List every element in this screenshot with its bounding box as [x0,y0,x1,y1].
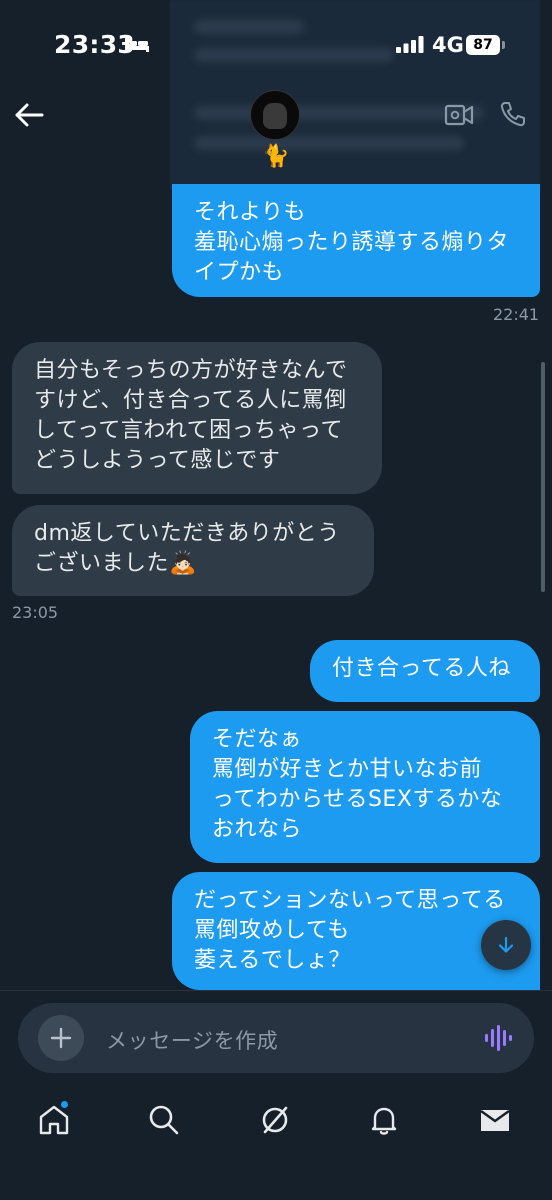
status-bar: 23:33 4G 87 [0,0,552,90]
incoming-message[interactable]: 自分もそっちの方が好きなんで すけど、付き合ってる人に罵倒 してって言われて困っ… [12,342,382,494]
tab-home[interactable] [36,1100,72,1138]
voice-message-icon[interactable] [484,1025,512,1051]
tab-messages[interactable] [477,1102,513,1138]
message-composer[interactable]: メッセージを作成 [18,1003,534,1073]
scrollbar[interactable] [541,362,545,592]
message-timestamp: 22:41 [493,305,540,324]
tab-search[interactable] [146,1102,182,1138]
battery-tip [502,41,505,49]
incoming-message[interactable]: dm返していただきありがとう ございました🙇🏻 [12,505,374,596]
search-icon [149,1105,179,1135]
signal-icon [396,36,424,53]
outgoing-message[interactable]: 付き合ってる人ね [310,640,540,702]
back-arrow-icon[interactable] [14,102,44,128]
arrow-down-icon [498,936,514,953]
plus-icon [50,1027,72,1049]
network-type: 4G [432,33,464,57]
message-input[interactable]: メッセージを作成 [106,1025,278,1055]
sleep-focus-icon [125,38,149,52]
battery-level: 87 [466,35,500,55]
tab-notifications[interactable] [366,1102,402,1138]
contact-avatar[interactable] [250,90,300,140]
avatar-figure [263,103,287,129]
add-media-button[interactable] [38,1015,84,1061]
scroll-to-bottom-button[interactable] [481,920,531,970]
notifications-icon [371,1107,397,1135]
messages-icon [480,1110,510,1131]
phone-icon[interactable] [499,100,527,128]
video-call-icon[interactable] [444,102,474,128]
outgoing-message[interactable]: それよりも 羞恥心煽ったり誘導する煽りタ イプかも [172,184,540,297]
home-notification-dot [60,1100,69,1109]
status-time: 23:33 [54,30,136,59]
tab-grok[interactable] [257,1102,293,1138]
dm-conversation-screen: 23:33 4G 87 🐈 それよりも 羞恥心煽ったり誘導する煽りタ イプかも … [0,0,552,1200]
battery-indicator: 87 [466,35,506,55]
cat-emoji: 🐈 [262,144,290,169]
composer-area: メッセージを作成 [0,990,552,1082]
bottom-tab-bar [0,1082,552,1200]
grok-icon [262,1106,288,1134]
message-timestamp: 23:05 [12,603,59,622]
outgoing-message[interactable]: そだなぁ 罵倒が好きとか甘いなお前 ってわからせるSEXするかな おれなら [190,711,540,863]
